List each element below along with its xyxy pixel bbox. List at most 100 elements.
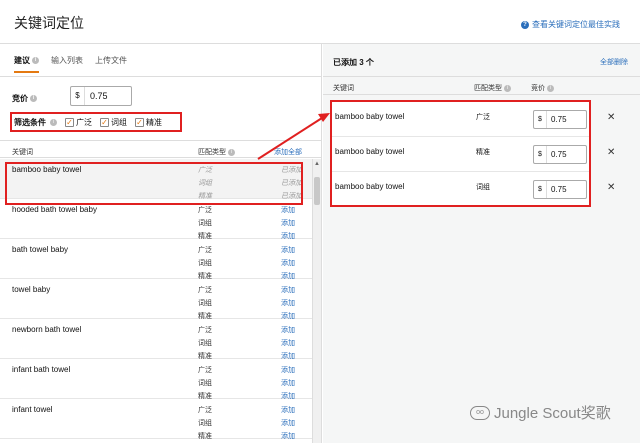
scroll-up-icon[interactable]: ▲ xyxy=(314,161,320,167)
added-match-type: 广泛 xyxy=(476,114,490,121)
wechat-icon: oo xyxy=(470,405,490,420)
keyword-row: infant towel 广泛 添加 词组 添加 精准 添加 xyxy=(0,399,312,441)
match-type-text: 精准 xyxy=(198,433,212,440)
added-match-type: 词组 xyxy=(476,184,490,191)
tab-enter-list[interactable]: 输入列表 xyxy=(51,55,83,73)
add-button[interactable]: 添加 xyxy=(281,298,295,308)
currency-symbol: $ xyxy=(534,146,547,163)
added-count-title: 已添加 3 个 xyxy=(333,58,374,67)
info-icon: i xyxy=(504,84,511,92)
keyword-row: newborn bath towel 广泛 添加 词组 添加 精准 添加 xyxy=(0,319,312,360)
match-type-text: 广泛 xyxy=(198,207,212,214)
keyword-row: hooded bath towel baby 广泛 添加 词组 添加 精准 添加 xyxy=(0,199,312,240)
info-icon: i xyxy=(50,118,57,126)
currency-symbol: $ xyxy=(534,181,547,198)
page-title: 关键词定位 xyxy=(14,15,84,31)
info-icon: i xyxy=(228,148,235,156)
remove-keyword-icon[interactable]: ✕ xyxy=(607,147,615,158)
match-type-text: 广泛 xyxy=(198,407,212,414)
help-icon: ? xyxy=(521,20,529,29)
check-icon: ✓ xyxy=(65,117,74,127)
info-icon: i xyxy=(547,84,554,92)
added-column-bid-label: 竞价 xyxy=(531,85,545,92)
keyword-row: bath towel baby 广泛 添加 词组 添加 精准 添加 xyxy=(0,239,312,280)
added-column-match-type-label: 匹配类型 xyxy=(474,85,502,92)
keyword-text: infant bath towel xyxy=(12,365,71,374)
divider xyxy=(323,76,640,77)
added-keyword-row: bamboo baby towel 广泛 $0.75 xyxy=(332,102,589,137)
keyword-row: infant bath towel 广泛 添加 词组 添加 精准 添加 xyxy=(0,359,312,400)
add-button[interactable]: 添加 xyxy=(281,205,295,215)
watermark: oo Jungle Scout奖歌 xyxy=(470,402,611,423)
scrollbar-thumb[interactable] xyxy=(314,177,320,205)
add-button[interactable]: 添加 xyxy=(281,338,295,348)
column-header-match-type: 匹配类型 i xyxy=(198,147,235,157)
added-bid-value: 0.75 xyxy=(551,150,567,159)
help-link-label: 查看关键词定位最佳实践 xyxy=(532,20,620,29)
divider xyxy=(0,157,322,158)
added-match-type: 精准 xyxy=(476,149,490,156)
add-button[interactable]: 添加 xyxy=(281,431,295,441)
match-type-text: 词组 xyxy=(198,260,212,267)
match-type-text: 词组 xyxy=(198,300,212,307)
filter-exact-label: 精准 xyxy=(146,117,162,127)
remove-all-button[interactable]: 全部删除 xyxy=(600,57,628,67)
added-keywords-list: bamboo baby towel 广泛 $0.75 bamboo baby towe… xyxy=(330,100,591,207)
keyword-text: newborn bath towel xyxy=(12,325,82,334)
check-icon: ✓ xyxy=(100,117,109,127)
scrollbar[interactable]: ▲ xyxy=(312,159,321,443)
added-keyword-row: bamboo baby towel 词组 $0.75 xyxy=(332,172,589,207)
match-type-text: 词组 xyxy=(198,420,212,427)
keyword-text: hooded bath towel baby xyxy=(12,205,97,214)
info-icon: i xyxy=(32,57,39,65)
divider xyxy=(0,140,322,141)
remove-keyword-icon[interactable]: ✕ xyxy=(607,112,615,123)
keyword-text: bath towel baby xyxy=(12,245,69,254)
add-button[interactable]: 添加 xyxy=(281,285,295,295)
filter-label: 筛选条件 xyxy=(14,117,46,127)
tab-suggested-label: 建议 xyxy=(14,56,30,65)
remove-keyword-icon[interactable]: ✕ xyxy=(607,182,615,193)
filter-broad-checkbox[interactable]: ✓ 广泛 xyxy=(65,117,92,128)
add-button[interactable]: 添加 xyxy=(281,218,295,228)
added-keyword-text: bamboo baby towel xyxy=(335,112,405,121)
help-link[interactable]: ? 查看关键词定位最佳实践 xyxy=(521,19,620,30)
added-bid-input[interactable]: $0.75 xyxy=(533,180,587,199)
tab-suggested[interactable]: 建议 i xyxy=(14,55,39,73)
keyword-row: towel baby 广泛 添加 词组 添加 精准 添加 xyxy=(0,279,312,320)
filter-phrase-label: 词组 xyxy=(111,117,127,127)
match-type-text: 词组 xyxy=(198,220,212,227)
keyword-text: infant towel xyxy=(12,405,53,414)
match-type-text: 广泛 xyxy=(198,287,212,294)
bid-label-text: 竞价 xyxy=(12,94,28,103)
filter-broad-label: 广泛 xyxy=(76,117,92,127)
match-type-text: 词组 xyxy=(198,380,212,387)
divider xyxy=(323,94,640,95)
tab-bar: 建议 i 输入列表 上传文件 xyxy=(14,55,127,73)
add-all-button[interactable]: 添加全部 xyxy=(274,147,302,157)
match-type-text: 词组 xyxy=(198,340,212,347)
filter-phrase-checkbox[interactable]: ✓ 词组 xyxy=(100,117,127,128)
bid-input[interactable]: $ 0.75 xyxy=(70,86,132,106)
add-button[interactable]: 添加 xyxy=(281,378,295,388)
add-button[interactable]: 添加 xyxy=(281,258,295,268)
add-button[interactable]: 添加 xyxy=(281,365,295,375)
added-bid-value: 0.75 xyxy=(551,115,567,124)
filter-exact-checkbox[interactable]: ✓ 精准 xyxy=(135,117,162,128)
added-bid-input[interactable]: $0.75 xyxy=(533,110,587,129)
added-panel: 已添加 3 个 全部删除 关键词 匹配类型 i 竞价 i bamboo baby t… xyxy=(323,44,640,443)
added-bid-input[interactable]: $0.75 xyxy=(533,145,587,164)
suggestions-panel: 建议 i 输入列表 上传文件 竞价 i $ 0.75 筛选条件 i ✓ 广泛 ✓ 词组 … xyxy=(0,44,322,443)
watermark-text: Jungle Scout奖歌 xyxy=(494,405,611,422)
tab-upload-file[interactable]: 上传文件 xyxy=(95,55,127,73)
added-keyword-text: bamboo baby towel xyxy=(335,182,405,191)
add-button[interactable]: 添加 xyxy=(281,325,295,335)
added-bid-value: 0.75 xyxy=(551,185,567,194)
added-column-bid: 竞价 i xyxy=(531,83,554,93)
add-button[interactable]: 添加 xyxy=(281,418,295,428)
bid-value: 0.75 xyxy=(90,91,108,101)
check-icon: ✓ xyxy=(135,117,144,127)
currency-symbol: $ xyxy=(534,111,547,128)
add-button[interactable]: 添加 xyxy=(281,245,295,255)
add-button[interactable]: 添加 xyxy=(281,405,295,415)
